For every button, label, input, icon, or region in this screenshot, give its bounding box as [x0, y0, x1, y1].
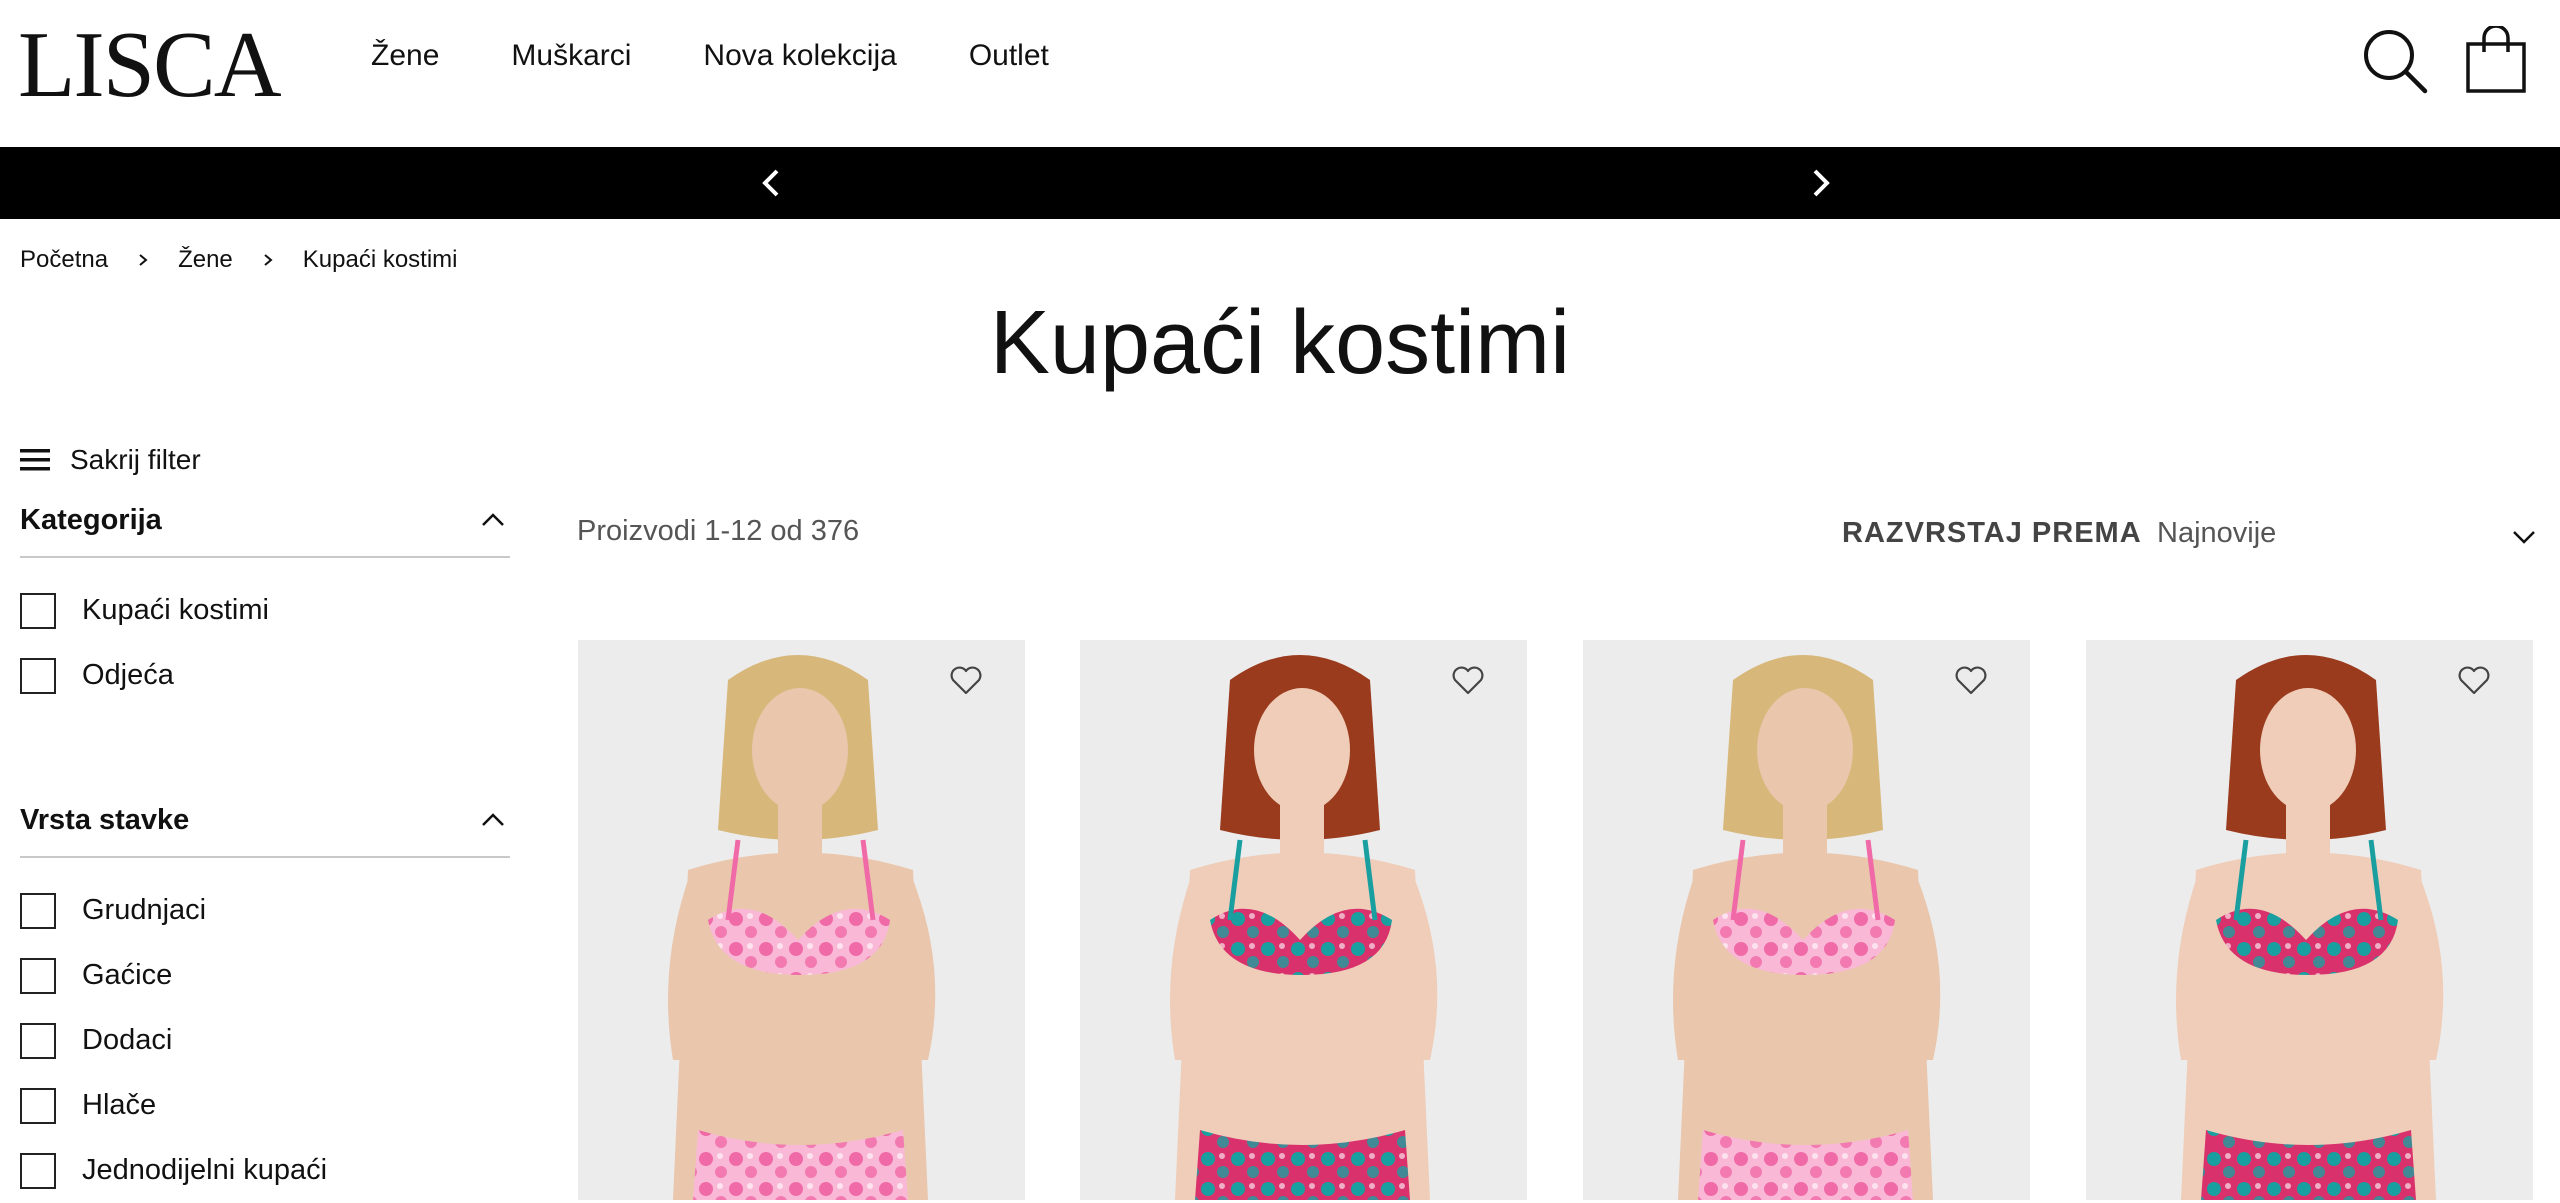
- chevron-right-icon[interactable]: [1798, 161, 1842, 205]
- product-card[interactable]: [578, 640, 1025, 1200]
- sort-label: RAZVRSTAJ PREMA: [1842, 517, 2142, 549]
- filter-option-jednodijelni[interactable]: Jednodijelni kupaći: [20, 1138, 510, 1203]
- filter-option-hlace[interactable]: Hlače: [20, 1073, 510, 1138]
- option-label: Dodaci: [82, 1024, 173, 1056]
- filter-option-odjeca[interactable]: Odjeća: [20, 643, 510, 708]
- breadcrumb: Početna Žene Kupaći kostimi: [20, 246, 458, 274]
- main-nav: Žene Muškarci Nova kolekcija Outlet: [371, 36, 1121, 76]
- filter-option-gacice[interactable]: Gaćice: [20, 943, 510, 1008]
- heart-icon[interactable]: [2457, 666, 2491, 696]
- product-card[interactable]: [1080, 640, 1527, 1200]
- chevron-up-icon: [482, 513, 504, 526]
- product-card[interactable]: [2086, 640, 2533, 1200]
- checkbox[interactable]: [20, 892, 56, 929]
- option-label: Kupaći kostimi: [82, 594, 269, 626]
- product-card[interactable]: [1583, 640, 2030, 1200]
- sort-dropdown[interactable]: Najnovije: [2157, 517, 2537, 550]
- breadcrumb-home[interactable]: Početna: [20, 246, 108, 274]
- filter-title: Kategorija: [20, 503, 162, 536]
- chevron-left-icon[interactable]: [750, 161, 794, 205]
- breadcrumb-zene[interactable]: Žene: [178, 246, 233, 274]
- search-icon[interactable]: [2362, 28, 2428, 94]
- site-header: LISCA Žene Muškarci Nova kolekcija Outle…: [0, 0, 2560, 147]
- nav-item-zene[interactable]: Žene: [371, 36, 439, 76]
- filter-option-kupaci-kostimi[interactable]: Kupaći kostimi: [20, 578, 510, 643]
- checkbox[interactable]: [20, 1087, 56, 1124]
- nav-item-nova-kolekcija[interactable]: Nova kolekcija: [703, 36, 896, 76]
- filter-header-kategorija[interactable]: Kategorija: [20, 496, 510, 558]
- option-label: Jednodijelni kupaći: [82, 1154, 328, 1186]
- chevron-right-icon: [264, 254, 273, 266]
- checkbox[interactable]: [20, 1152, 56, 1189]
- checkbox[interactable]: [20, 657, 56, 694]
- heart-icon[interactable]: [949, 666, 983, 696]
- brand-logo[interactable]: LISCA: [18, 18, 282, 112]
- page-title: Kupaći kostimi: [989, 293, 1571, 393]
- filter-vrsta-stavke: Vrsta stavke Grudnjaci Gaćice Dodaci Hla…: [20, 796, 510, 1203]
- checkbox[interactable]: [20, 592, 56, 629]
- shopping-bag-icon[interactable]: [2465, 26, 2527, 94]
- product-image: [2176, 655, 2444, 1200]
- option-label: Gaćice: [82, 959, 173, 991]
- nav-item-outlet[interactable]: Outlet: [969, 36, 1049, 76]
- chevron-right-icon: [139, 254, 148, 266]
- heart-icon[interactable]: [1954, 666, 1988, 696]
- filter-option-dodaci[interactable]: Dodaci: [20, 1008, 510, 1073]
- nav-item-muskarci[interactable]: Muškarci: [511, 36, 631, 76]
- option-label: Grudnjaci: [82, 894, 207, 926]
- hide-filter-button[interactable]: Sakrij filter: [20, 444, 201, 476]
- filter-title: Vrsta stavke: [20, 803, 190, 836]
- product-image: [668, 655, 936, 1200]
- breadcrumb-current: Kupaći kostimi: [302, 246, 458, 273]
- hide-filter-label: Sakrij filter: [70, 444, 201, 475]
- filter-option-grudnjaci[interactable]: Grudnjaci: [20, 878, 510, 943]
- filter-header-vrsta-stavke[interactable]: Vrsta stavke: [20, 796, 510, 858]
- product-count: Proizvodi 1-12 od 376: [577, 515, 860, 547]
- option-label: Hlače: [82, 1089, 157, 1121]
- checkbox[interactable]: [20, 957, 56, 994]
- checkbox[interactable]: [20, 1022, 56, 1059]
- filter-kategorija: Kategorija Kupaći kostimi Odjeća: [20, 496, 510, 708]
- heart-icon[interactable]: [1451, 666, 1485, 696]
- chevron-up-icon: [482, 813, 504, 826]
- product-image: [1673, 655, 1941, 1200]
- option-label: Odjeća: [82, 659, 174, 691]
- promo-bar: [0, 147, 2560, 219]
- chevron-down-icon: [2513, 531, 2535, 544]
- product-image: [1170, 655, 1438, 1200]
- hamburger-icon: [20, 449, 50, 471]
- sort-value: Najnovije: [2157, 517, 2277, 549]
